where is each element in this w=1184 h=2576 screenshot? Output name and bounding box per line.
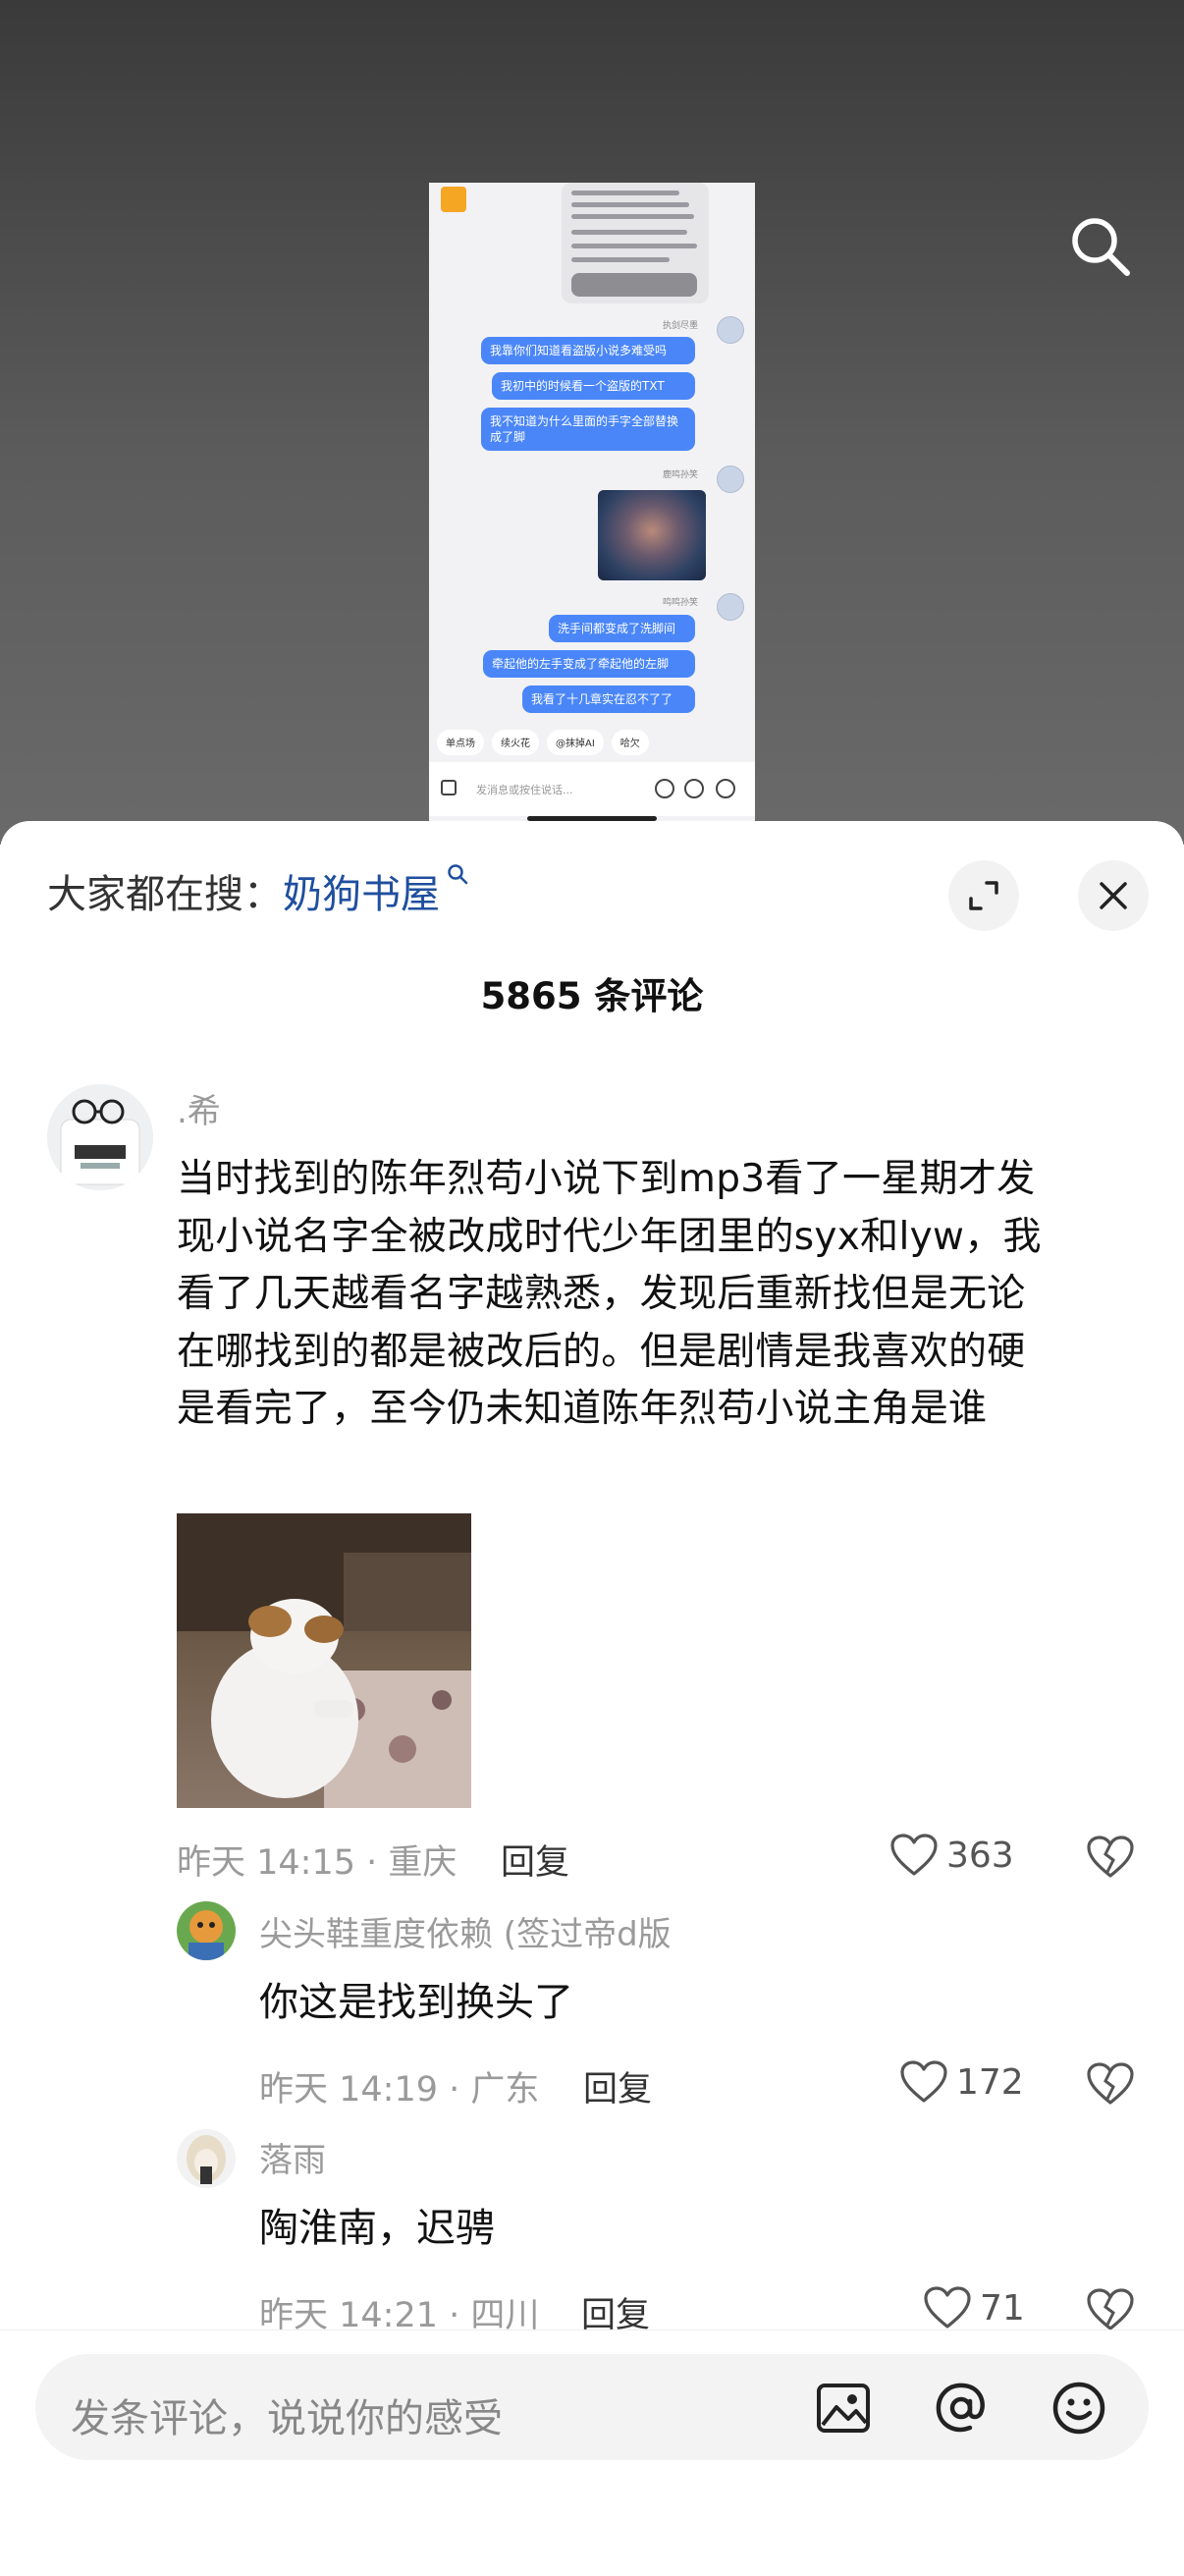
comment-line: 当时找到的陈年烈苟小说下到mp3看了一星期才发	[177, 1157, 1036, 1201]
video-player[interactable]: 执剑尽墨 我靠你们知道看盗版小说多难受吗 我初中的时候看一个盗版的TXT 我不知…	[0, 0, 1184, 845]
trending-prefix: 大家都在搜：	[47, 873, 283, 916]
expand-button[interactable]	[948, 860, 1019, 931]
like-count: 172	[956, 2061, 1024, 2103]
grid-icon	[441, 780, 457, 795]
quick-chips: 单点场 续火花 @抹掉AI 哈欠	[437, 730, 649, 755]
username[interactable]: 落雨	[259, 2133, 326, 2181]
comment-text: 当时找到的陈年烈苟小说下到mp3看了一星期才发 现小说名字全被改成时代少年团里的…	[177, 1151, 1158, 1439]
like-button[interactable]: 172	[899, 2059, 1024, 2105]
username[interactable]: .希	[177, 1084, 221, 1132]
comment-input-placeholder: 发条评论，说说你的感受	[71, 2396, 503, 2441]
quoted-message-bubble	[562, 183, 709, 303]
chat-message: 我靠你们知道看盗版小说多难受吗	[481, 337, 695, 365]
sender-name: 鸣鸣孙笑	[663, 598, 699, 608]
search-icon[interactable]	[1066, 212, 1135, 281]
comments-count: 5865 条评论	[480, 975, 704, 1017]
like-count: 71	[980, 2287, 1025, 2329]
like-count: 363	[946, 1835, 1014, 1876]
dislike-icon[interactable]	[1086, 1835, 1135, 1880]
plus-icon	[716, 779, 735, 798]
reply-button[interactable]: 回复	[583, 2061, 652, 2111]
comment-input[interactable]: 发条评论，说说你的感受	[35, 2354, 1149, 2460]
comment-input-bar: 发条评论，说说你的感受	[0, 2329, 1184, 2576]
chat-message: 我初中的时候看一个盗版的TXT	[492, 372, 695, 401]
app-icon	[441, 187, 466, 212]
reply-text: 你这是找到换头了	[259, 1980, 573, 2025]
username[interactable]: 尖头鞋重度依赖 (签过帝d版	[259, 1907, 672, 1955]
like-button[interactable]: 71	[923, 2285, 1025, 2330]
close-button[interactable]	[1078, 860, 1149, 931]
search-icon	[448, 864, 468, 885]
chat-input-placeholder: 发消息或按住说话...	[476, 784, 573, 796]
dog-gif-image[interactable]	[177, 1513, 471, 1808]
chip: @抹掉AI	[547, 730, 604, 755]
dislike-icon[interactable]	[1086, 2061, 1135, 2107]
heart-icon	[890, 1834, 938, 1876]
avatar[interactable]	[177, 2129, 236, 2188]
shocked-face-image	[598, 490, 706, 580]
chat-screenshot: 执剑尽墨 我靠你们知道看盗版小说多难受吗 我初中的时候看一个盗版的TXT 我不知…	[429, 183, 755, 826]
reply-text: 陶淮南，迟骋	[259, 2206, 495, 2251]
trending-keyword[interactable]: 奶狗书屋	[283, 873, 440, 916]
chat-message: 牵起他的左手变成了牵起他的左脚	[483, 650, 695, 679]
heart-icon	[900, 2060, 947, 2103]
dislike-icon[interactable]	[1086, 2287, 1135, 2332]
emoji-icon	[684, 779, 704, 798]
trending-search[interactable]: 大家都在搜：奶狗书屋	[47, 862, 469, 919]
sender-name: 执剑尽墨	[663, 321, 699, 331]
heart-icon	[924, 2286, 971, 2329]
voice-icon	[655, 779, 674, 798]
sender-avatar	[717, 316, 744, 344]
chip: 哈欠	[611, 730, 649, 755]
chat-message: 洗手间都变成了洗脚间	[549, 615, 695, 643]
comment-sheet: 大家都在搜：奶狗书屋 5865 条评论 .希 当时找到的陈年烈苟小说下到mp3看…	[0, 821, 1184, 2575]
chip: 续火花	[492, 730, 539, 755]
chat-input-bar: 发消息或按住说话...	[429, 762, 755, 816]
comment-line: 在哪找到的都是被改后的。但是剧情是我喜欢的硬	[177, 1329, 1026, 1374]
comment-line: 现小说名字全被改成时代少年团里的syx和lyw，我	[177, 1214, 1042, 1259]
reply-meta: 昨天 14:19 · 广东	[259, 2070, 540, 2110]
avatar[interactable]	[177, 1901, 236, 1960]
image-icon[interactable]	[815, 2380, 872, 2437]
comment-line: 是看完了，至今仍未知道陈年烈苟小说主角是谁	[177, 1387, 988, 1431]
comment-meta: 昨天 14:15 · 重庆	[177, 1843, 457, 1883]
reply-button[interactable]: 回复	[501, 1835, 569, 1885]
sender-name: 鹿鸣孙笑	[663, 470, 699, 480]
close-icon	[1100, 882, 1127, 909]
avatar[interactable]	[47, 1084, 153, 1190]
chat-message: 我不知道为什么里面的手字全部替换成了脚	[481, 408, 695, 452]
chip: 单点场	[437, 730, 484, 755]
comment-line: 看了几天越看名字越熟悉，发现后重新找但是无论	[177, 1272, 1026, 1316]
chat-message: 我看了十几章实在忍不了了	[522, 685, 695, 714]
mention-icon[interactable]	[933, 2380, 990, 2437]
like-button[interactable]: 363	[889, 1833, 1014, 1878]
emoji-icon[interactable]	[1050, 2380, 1107, 2437]
sender-avatar	[717, 593, 744, 621]
sender-avatar	[717, 466, 744, 493]
expand-icon	[969, 881, 998, 910]
